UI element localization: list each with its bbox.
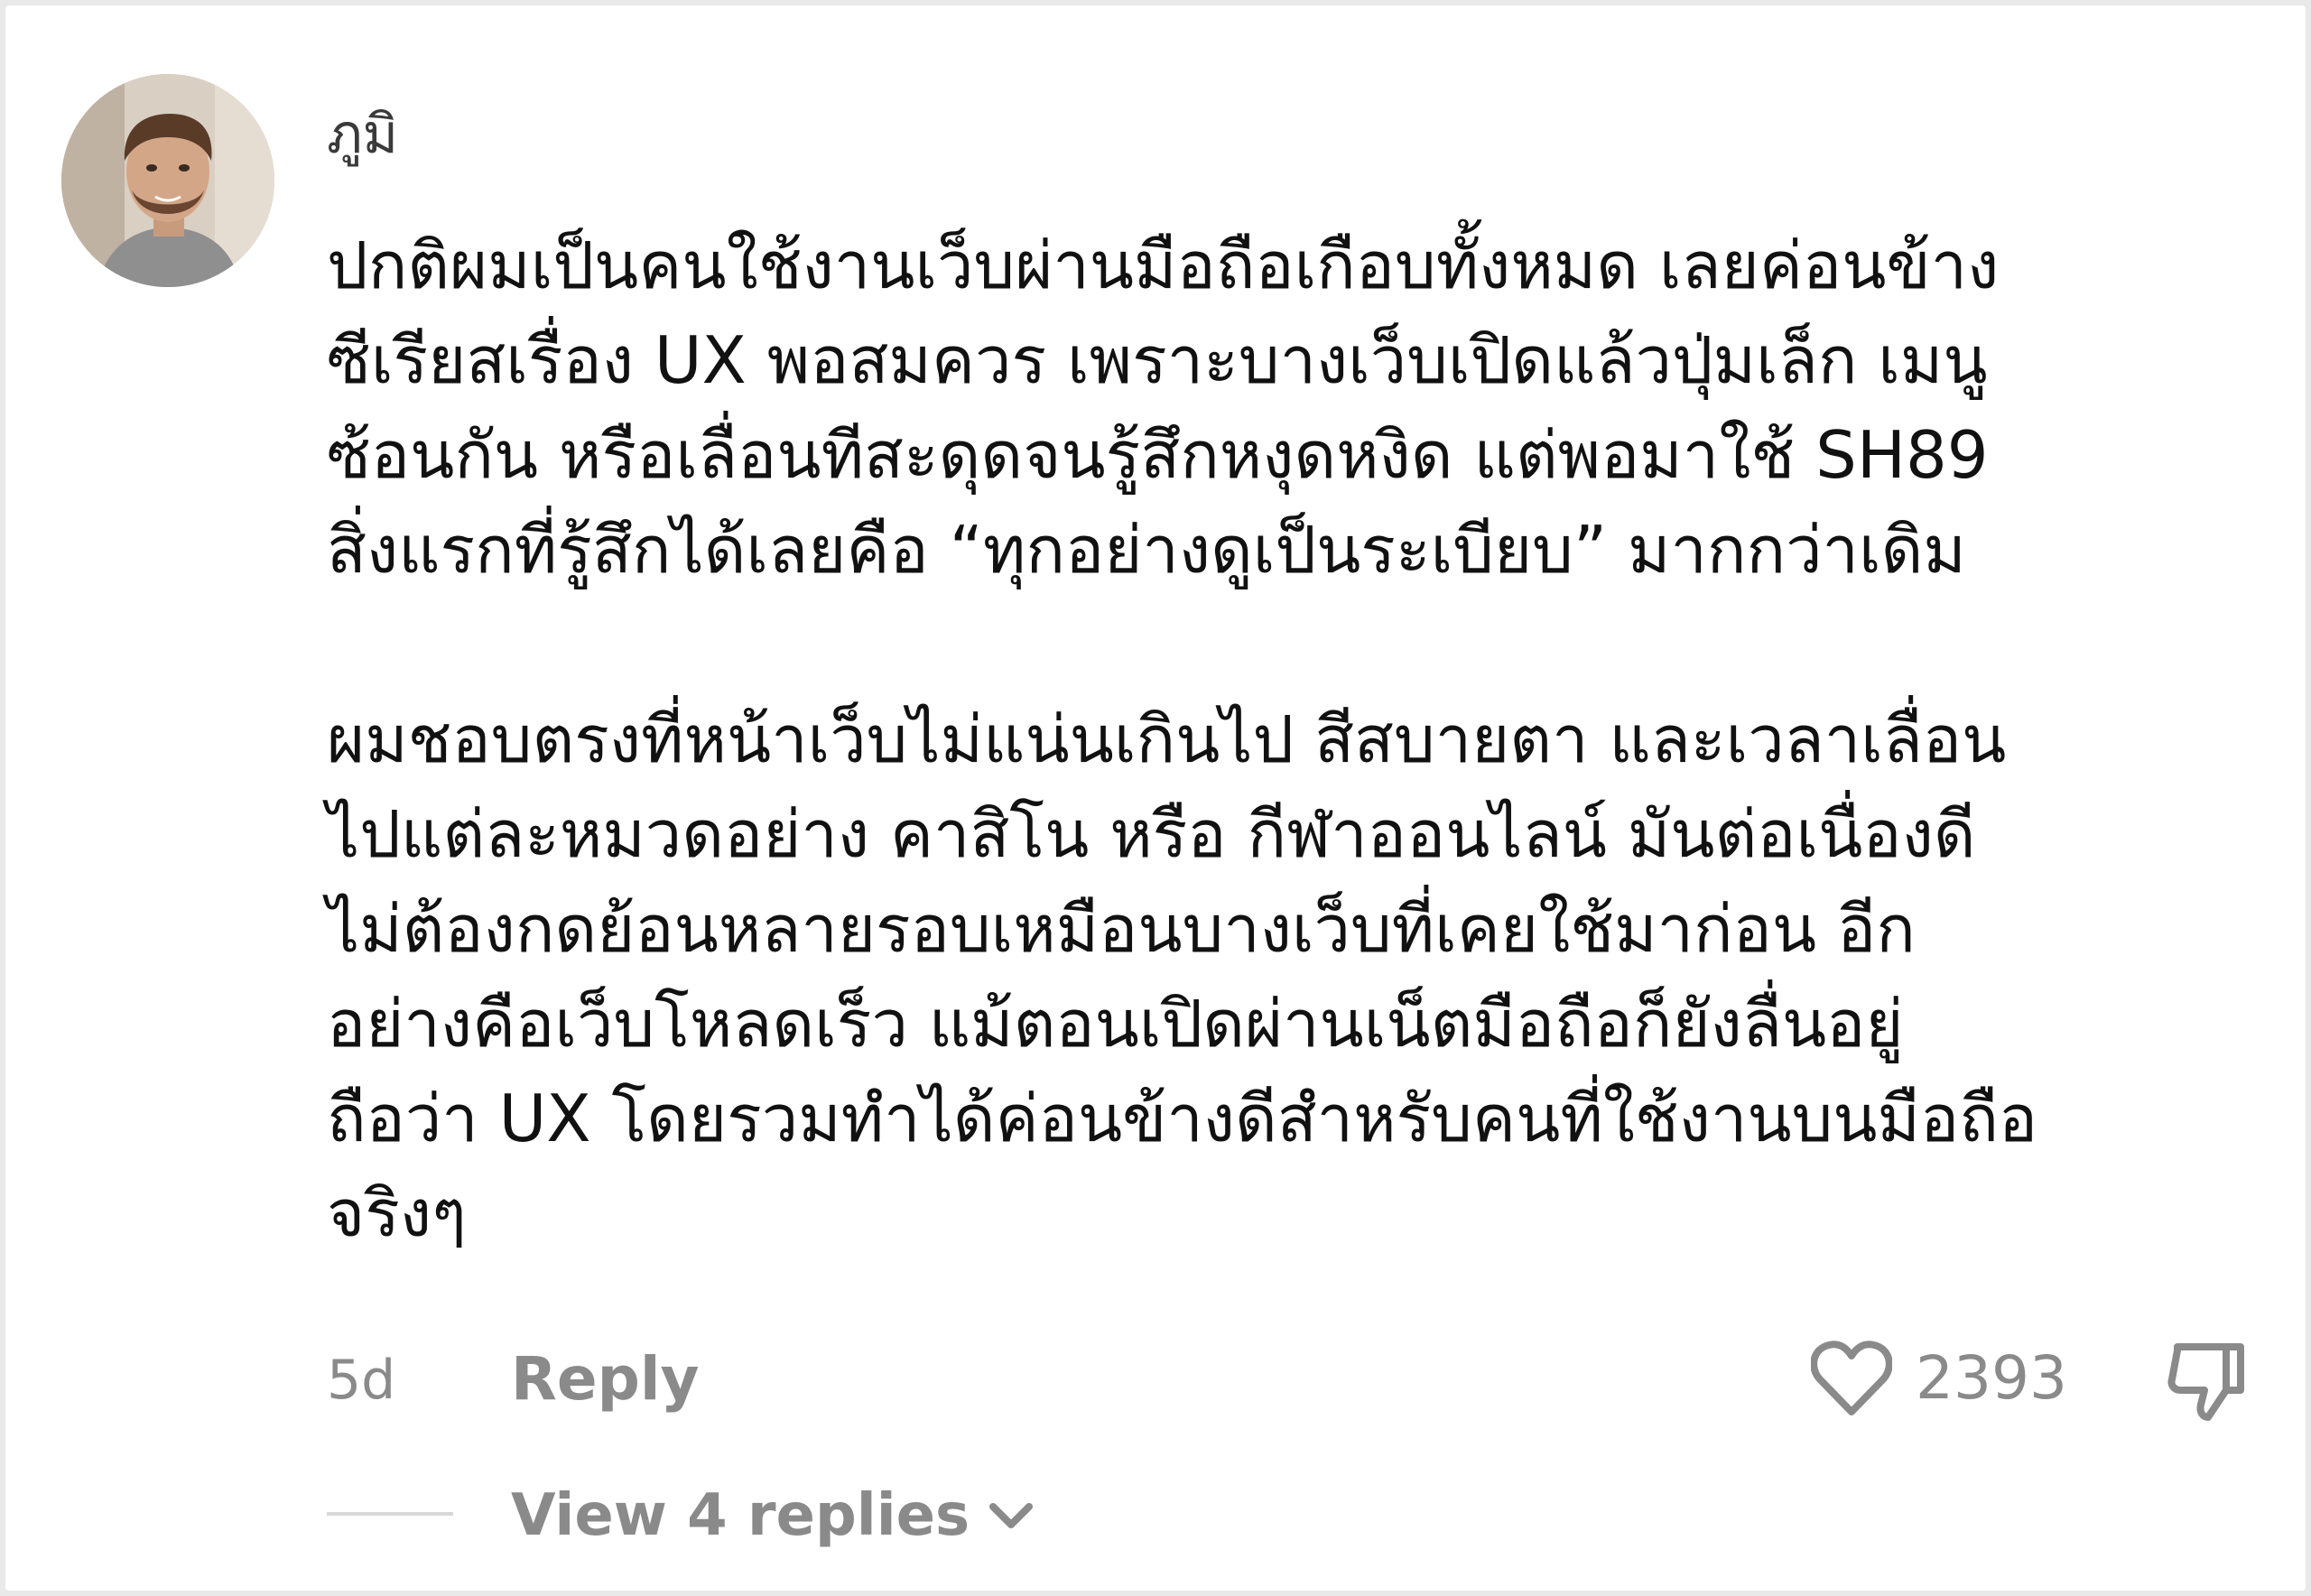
like-button[interactable]: 2393 [1811,1340,2067,1417]
comment-line: ซีเรียสเรื่อง UX พอสมควร เพราะบางเว็บเปิ… [327,322,1988,398]
like-count: 2393 [1916,1343,2067,1413]
replies-divider [327,1512,453,1516]
user-avatar-photo-icon [61,74,274,287]
comment-paragraph-1: ปกติผมเป็นคนใช้งานเว็บผ่านมือถือเกือบทั้… [327,218,2241,598]
comment-line: ไม่ต้องกดย้อนหลายรอบเหมือนบางเว็บที่เคยใ… [327,891,1916,967]
comment-body: ปกติผมเป็นคนใช้งานเว็บผ่านมือถือเกือบทั้… [327,218,2241,1261]
heart-icon [1811,1341,1892,1415]
comment-line: สิ่งแรกที่รู้สึกได้เลยคือ “ทุกอย่างดูเป็… [327,512,1966,588]
comment-paragraph-2: ผมชอบตรงที่หน้าเว็บไม่แน่นเกินไป สีสบายต… [327,692,2241,1261]
thumbs-down-icon [2167,1343,2244,1421]
comment-line: จริงๆ [327,1175,467,1251]
view-replies-button[interactable]: View 4 replies [511,1482,1036,1549]
comment-line: ปกติผมเป็นคนใช้งานเว็บผ่านมือถือเกือบทั้… [327,227,2000,303]
comment-author[interactable]: ภูมิ [327,103,398,166]
reply-button[interactable]: Reply [511,1345,699,1414]
comment-timestamp: 5d [327,1349,396,1412]
comment-line: ถือว่า UX โดยรวมทำได้ค่อนข้างดีสำหรับคนท… [327,1081,2038,1156]
comment-line: ซ้อนกัน หรือเลื่อนทีสะดุดจนรู้สึกหงุดหงิ… [327,417,1989,493]
avatar[interactable] [61,74,274,287]
comment-line: ไปแต่ละหมวดอย่าง คาสิโน หรือ กีฬาออนไลน์… [327,796,1976,872]
dislike-button[interactable] [2163,1338,2250,1424]
chevron-down-icon [989,1503,1034,1528]
view-replies-label: View 4 replies [511,1482,970,1549]
comment-line: ผมชอบตรงที่หน้าเว็บไม่แน่นเกินไป สีสบายต… [327,701,2007,777]
comment-card: ภูมิ ปกติผมเป็นคนใช้งานเว็บผ่านมือถือเกื… [5,5,2306,1591]
comment-line: อย่างคือเว็บโหลดเร็ว แม้ตอนเปิดผ่านเน็ตม… [327,986,1904,1062]
